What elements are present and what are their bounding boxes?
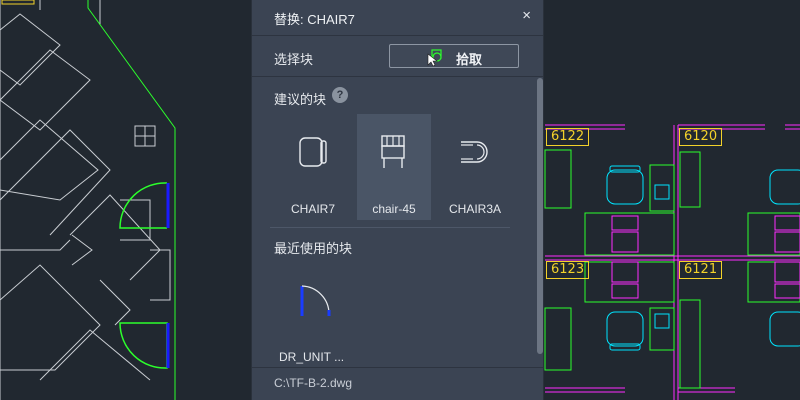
divider — [252, 35, 543, 36]
block-name: CHAIR7 — [290, 202, 335, 216]
replace-block-dialog: 替换: CHAIR7 × 选择块 拾取 建议的块 ? CHAIR7 chair-… — [251, 0, 544, 400]
file-path: C:\TF-B-2.dwg — [274, 376, 353, 390]
block-name: CHAIR3A — [448, 202, 501, 216]
pick-button-label: 拾取 — [456, 52, 483, 67]
door-block-icon — [300, 285, 331, 316]
left-floor-plan — [0, 0, 171, 400]
block-name: DR_UNIT ... — [279, 350, 345, 364]
divider — [270, 227, 510, 228]
door-arc-upper — [119, 182, 168, 229]
select-block-label: 选择块 — [274, 52, 314, 67]
pick-cursor-icon — [427, 49, 442, 66]
recent-block-tile[interactable]: DR_UNIT ... — [274, 262, 364, 367]
block-name: chair-45 — [372, 202, 416, 216]
room-label-6120: 6120 — [679, 128, 723, 146]
room-label-6122: 6122 — [546, 128, 590, 146]
dialog-title: 替换: CHAIR7 — [274, 12, 355, 27]
block-tile-chair-45[interactable]: chair-45 — [357, 114, 431, 220]
room-label-6123: 6123 — [546, 261, 590, 279]
block-tile-chair3a[interactable]: CHAIR3A — [438, 114, 512, 220]
room-label-6121: 6121 — [679, 261, 723, 279]
recent-blocks-label: 最近使用的块 — [274, 241, 353, 256]
suggested-blocks-label: 建议的块 — [274, 92, 327, 107]
dialog-footer: C:\TF-B-2.dwg — [252, 368, 543, 400]
divider — [252, 76, 543, 77]
block-tile-chair7[interactable]: CHAIR7 — [276, 114, 350, 220]
help-icon[interactable]: ? — [332, 87, 348, 103]
dialog-title-bar[interactable]: 替换: CHAIR7 × — [252, 0, 543, 34]
chair-45-block-icon — [381, 135, 405, 168]
pick-button[interactable]: 拾取 — [389, 44, 519, 68]
scrollbar-thumb[interactable] — [537, 78, 543, 354]
scrollbar[interactable] — [537, 78, 543, 362]
close-icon[interactable]: × — [522, 7, 531, 24]
chair3a-block-icon — [461, 141, 488, 163]
chair7-block-icon — [299, 137, 327, 167]
yellow-marker — [1, 0, 35, 5]
